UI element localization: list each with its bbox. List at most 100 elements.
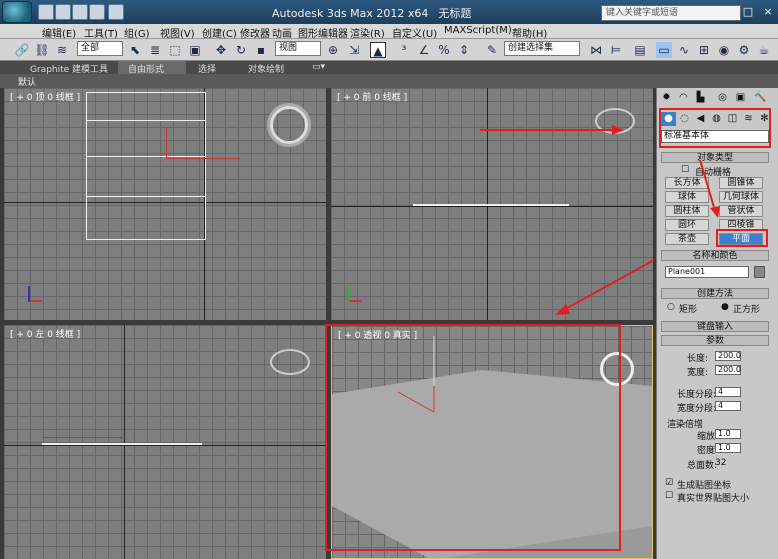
pivot-icon[interactable]: ⊕	[325, 42, 341, 58]
viewport-left-label[interactable]: [ + 0 左 0 线框 ]	[10, 327, 80, 340]
mirror-icon[interactable]: ⇲	[346, 42, 362, 58]
utilities-tab-icon[interactable]: 🔨	[753, 91, 768, 105]
render-icon[interactable]: ☕	[756, 42, 772, 58]
scale-spinner[interactable]: 1.0	[715, 429, 741, 439]
real-world-checkbox[interactable]: ☐	[665, 491, 673, 501]
title-bar: Autodesk 3ds Max 2012 x64 无标题 键入关键字或短语 – …	[0, 0, 778, 24]
material-editor-icon[interactable]: ◉	[716, 42, 732, 58]
schematic-view-icon[interactable]: ⊞	[696, 42, 712, 58]
viewport-front[interactable]: [ + 0 前 0 线框 ]	[331, 88, 653, 320]
menu-rendering[interactable]: 渲染(R)	[350, 25, 385, 40]
app-menu-icon[interactable]	[2, 1, 32, 23]
snap-3d-icon[interactable]: ³	[396, 42, 412, 58]
object-name-input[interactable]: Plane001	[665, 266, 749, 278]
motion-tab-icon[interactable]: ◎	[715, 91, 730, 105]
gen-map-checkbox[interactable]: ☑	[665, 478, 673, 488]
select-link-icon[interactable]: 🔗	[14, 42, 30, 58]
object-color-swatch[interactable]	[754, 266, 765, 278]
menu-bar: 编辑(E) 工具(T) 组(G) 视图(V) 创建(C) 修改器 动画 图形编辑…	[0, 24, 778, 40]
bind-spacewarp-icon[interactable]: ≋	[54, 42, 70, 58]
viewport-top[interactable]: [ + 0 顶 0 线框 ]	[4, 88, 326, 320]
rotate-icon[interactable]: ↻	[233, 42, 249, 58]
menu-edit[interactable]: 编辑(E)	[42, 25, 76, 40]
method-square-radio[interactable]: ●	[721, 302, 729, 312]
curve-editor-icon[interactable]: ∿	[676, 42, 692, 58]
rollout-parameters[interactable]: 参数	[661, 335, 769, 346]
new-icon[interactable]	[38, 4, 54, 20]
layer-manager-icon[interactable]: ▤	[632, 42, 648, 58]
rollout-keyboard-entry[interactable]: 键盘输入	[661, 321, 769, 332]
cone-button[interactable]: 圆锥体	[719, 177, 763, 189]
modify-tab-icon[interactable]: ◠	[676, 91, 691, 105]
scale-icon[interactable]: ▪	[253, 42, 269, 58]
menu-customize[interactable]: 自定义(U)	[392, 25, 437, 40]
menu-group[interactable]: 组(G)	[124, 25, 150, 40]
render-setup-icon[interactable]: ⚙	[736, 42, 752, 58]
rollout-creation-method[interactable]: 创建方法	[661, 288, 769, 299]
length-segs-spinner[interactable]: 4	[715, 387, 741, 397]
align-icon[interactable]: ⊨	[608, 42, 624, 58]
open-icon[interactable]	[55, 4, 71, 20]
axis-z-icon	[347, 286, 349, 302]
hierarchy-tab-icon[interactable]: ▙	[693, 91, 708, 105]
maximize-icon[interactable]: □	[740, 4, 756, 20]
density-spinner[interactable]: 1.0	[715, 443, 741, 453]
torus-button[interactable]: 圆环	[665, 219, 709, 231]
save-icon[interactable]	[72, 4, 88, 20]
selection-filter-dropdown[interactable]: 全部	[77, 41, 123, 56]
width-spinner[interactable]: 200.0	[715, 365, 741, 375]
redo-icon[interactable]	[108, 4, 124, 20]
unlink-icon[interactable]: ⛓	[34, 42, 50, 58]
viewport-left[interactable]: [ + 0 左 0 线框 ]	[4, 325, 326, 559]
edit-named-sel-icon[interactable]: ✎	[484, 42, 500, 58]
viewport-top-label[interactable]: [ + 0 顶 0 线框 ]	[10, 90, 80, 103]
mirror-tool-icon[interactable]: ⋈	[588, 42, 604, 58]
move-icon[interactable]: ✥	[213, 42, 229, 58]
total-faces-label: 总面数:	[687, 461, 718, 471]
undo-icon[interactable]	[89, 4, 105, 20]
percent-snap-icon[interactable]: %	[436, 42, 452, 58]
axis-y-icon	[28, 286, 30, 302]
width-segs-spinner[interactable]: 4	[715, 401, 741, 411]
menu-modifiers[interactable]: 修改器	[240, 25, 270, 40]
minimize-icon[interactable]: –	[720, 4, 736, 20]
display-tab-icon[interactable]: ▣	[733, 91, 748, 105]
close-icon[interactable]: ×	[760, 4, 776, 20]
box-button[interactable]: 长方体	[665, 177, 709, 189]
menu-maxscript[interactable]: MAXScript(M)	[444, 25, 512, 36]
rollout-object-type[interactable]: 对象类型	[661, 152, 769, 163]
select-object-icon[interactable]: ⬉	[127, 42, 143, 58]
length-spinner[interactable]: 200.0	[715, 351, 741, 361]
menu-create[interactable]: 创建(C)	[202, 25, 237, 40]
rollout-name-color[interactable]: 名称和颜色	[661, 250, 769, 261]
autogrid-checkbox[interactable]: ☐	[681, 165, 689, 175]
geosphere-button[interactable]: 几何球体	[719, 191, 763, 203]
viewcube[interactable]	[270, 106, 308, 144]
annotation-box-perspective	[325, 324, 621, 551]
graphite-toggle-icon[interactable]: ▭	[656, 42, 672, 58]
tube-button[interactable]: 管状体	[719, 205, 763, 217]
select-manipulate-icon[interactable]: ▲	[370, 42, 386, 58]
menu-tools[interactable]: 工具(T)	[84, 25, 118, 40]
named-selection-dropdown[interactable]: 创建选择集	[504, 41, 580, 56]
ref-coord-dropdown[interactable]: 视图	[275, 41, 321, 56]
length-segs-label: 长度分段:	[677, 390, 717, 400]
menu-animation[interactable]: 动画	[272, 25, 292, 40]
viewcube[interactable]	[270, 349, 310, 375]
spinner-snap-icon[interactable]: ⇕	[456, 42, 472, 58]
viewport-front-label[interactable]: [ + 0 前 0 线框 ]	[337, 90, 407, 103]
menu-help[interactable]: 帮助(H)	[512, 25, 547, 40]
angle-snap-icon[interactable]: ∠	[416, 42, 432, 58]
menu-graph-editors[interactable]: 图形编辑器	[298, 25, 348, 40]
sphere-button[interactable]: 球体	[665, 191, 709, 203]
method-rect-radio[interactable]: ○	[667, 302, 675, 312]
cylinder-button[interactable]: 圆柱体	[665, 205, 709, 217]
ribbon-options-icon[interactable]: ▭▾	[312, 62, 325, 72]
select-by-name-icon[interactable]: ≣	[147, 42, 163, 58]
create-tab-icon[interactable]: ✹	[659, 91, 674, 105]
rect-selection-icon[interactable]: ⬚	[167, 42, 183, 58]
window-crossing-icon[interactable]: ▣	[187, 42, 203, 58]
viewcube[interactable]	[595, 108, 635, 134]
menu-view[interactable]: 视图(V)	[160, 25, 195, 40]
teapot-button[interactable]: 茶壶	[665, 233, 709, 245]
